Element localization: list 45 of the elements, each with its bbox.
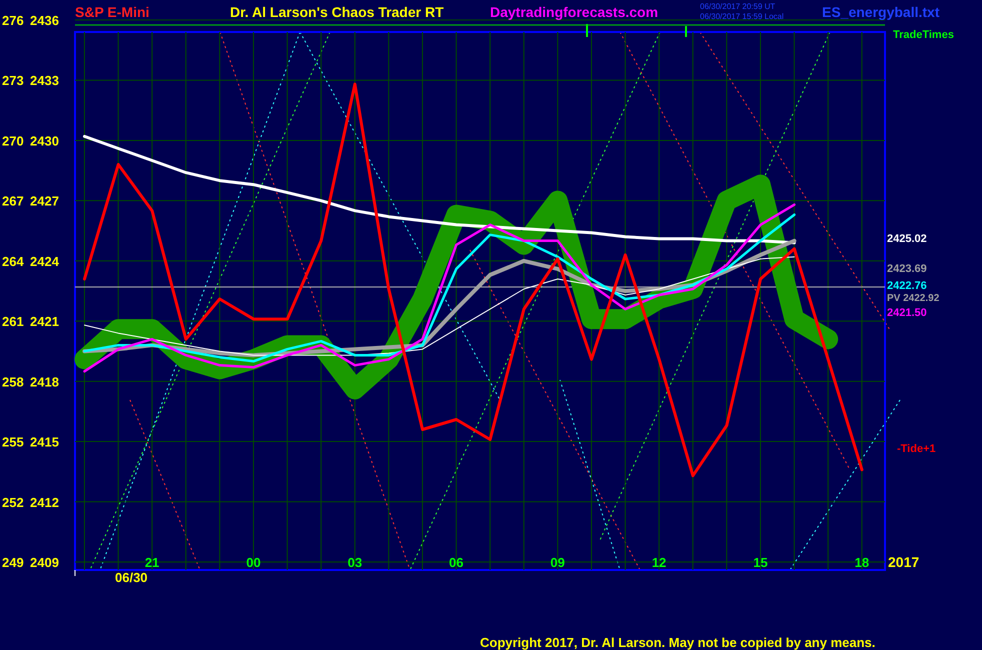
value-label: 2423.69: [887, 263, 927, 275]
x-tick-label: 00: [246, 555, 261, 570]
scale-label: 258: [2, 374, 24, 390]
scale-label: 276: [2, 13, 24, 28]
value-label: 2425.02: [887, 233, 927, 245]
scale-label: 273: [2, 73, 24, 88]
y-tick-label: 2424: [30, 254, 59, 269]
date-label: 06/30: [115, 570, 148, 585]
time-local: 06/30/2017 15:59 Local: [700, 12, 784, 21]
value-label: -Tide+1: [897, 443, 936, 455]
x-tick-label: 15: [753, 555, 768, 570]
scale-label: 261: [2, 314, 24, 330]
y-tick-label: 2412: [30, 494, 59, 510]
axis-tick: [74, 570, 76, 576]
value-label: 2422.76: [887, 280, 927, 292]
website-label: Daytradingforecasts.com: [490, 4, 658, 20]
y-tick-label: 2415: [30, 434, 59, 450]
y-tick-label: 2427: [30, 194, 59, 209]
scale-label: 264: [2, 254, 24, 269]
copyright-notice: Copyright 2017, Dr. Al Larson. May not be copied by any means.: [480, 635, 876, 650]
y-tick-label: 2433: [30, 73, 59, 88]
y-tick-label: 2421: [30, 314, 59, 330]
x-tick-label: 06: [449, 555, 464, 570]
x-tick-label: 12: [652, 555, 666, 570]
trade-times-label: TradeTimes: [893, 29, 954, 41]
scale-label: 255: [2, 434, 24, 450]
year-label: 2017: [888, 554, 920, 570]
value-label: 2421.50: [887, 307, 927, 319]
x-tick-label: 03: [348, 555, 362, 570]
symbol-title: S&P E-Mini: [75, 4, 150, 20]
y-tick-label: 2418: [30, 374, 59, 390]
x-tick-label: 09: [550, 555, 565, 570]
scale-label: 267: [2, 194, 24, 209]
y-tick-label: 2436: [30, 13, 59, 28]
value-label: PV 2422.92: [887, 293, 940, 304]
scale-label: 249: [2, 555, 24, 570]
app-title: Dr. Al Larson's Chaos Trader RT: [230, 4, 444, 20]
x-tick-label: 18: [854, 555, 870, 570]
y-tick-label: 2430: [30, 133, 59, 148]
time-ut: 06/30/2017 20:59 UT: [700, 2, 776, 11]
scale-label: 270: [2, 133, 24, 148]
y-tick-label: 2409: [30, 555, 59, 570]
scale-label: 252: [2, 494, 24, 510]
x-tick-label: 21: [144, 555, 160, 570]
file-name: ES_energyball.txt: [822, 4, 940, 20]
